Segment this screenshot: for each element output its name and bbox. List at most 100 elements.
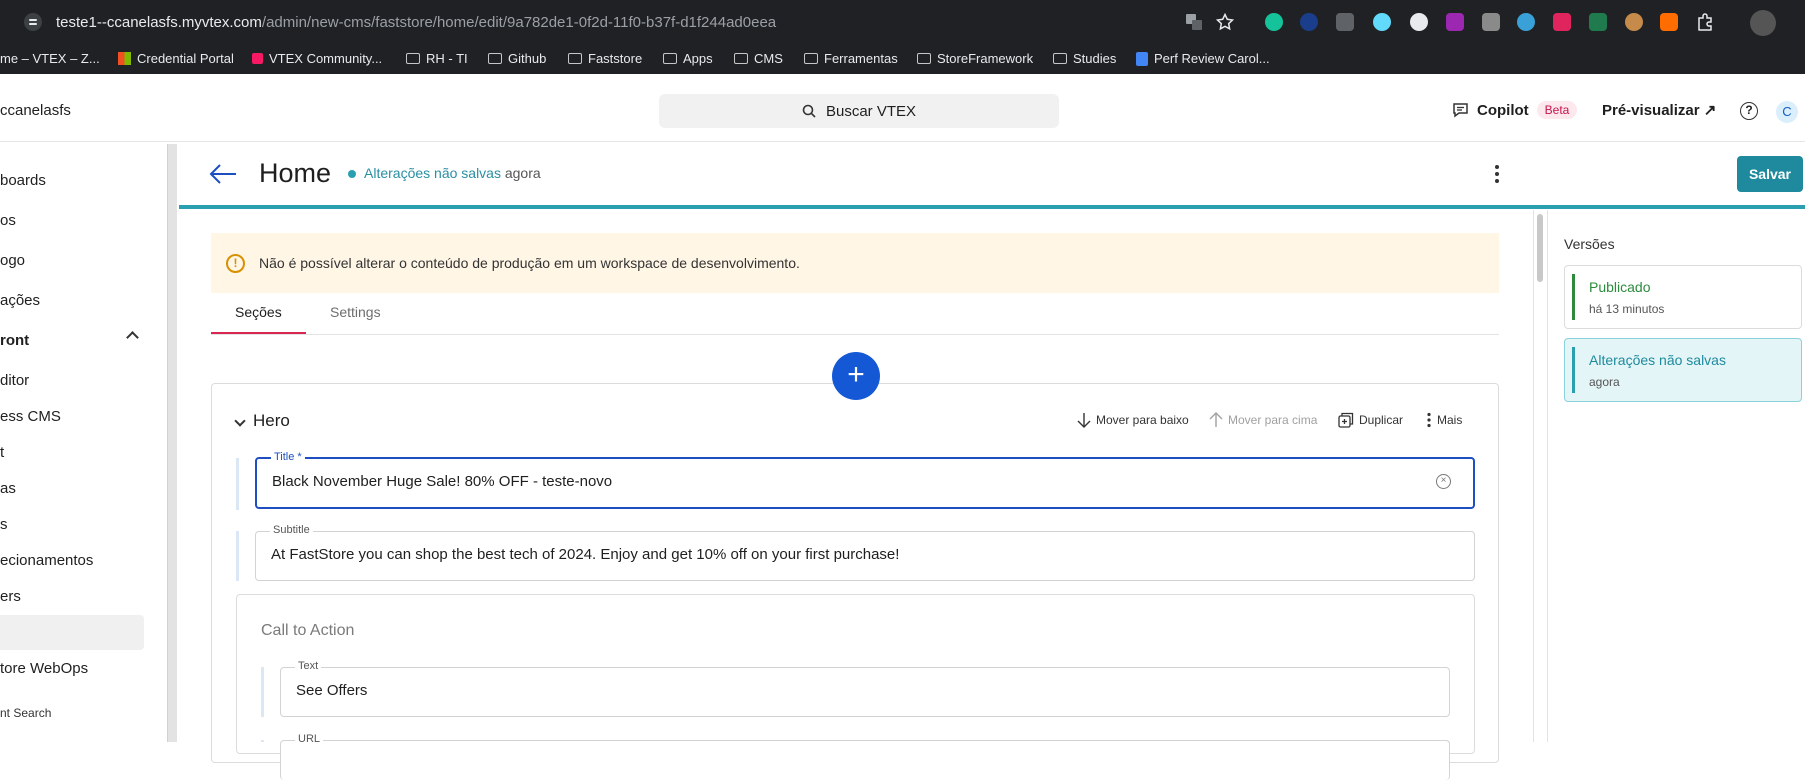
profile-avatar[interactable]	[1750, 10, 1776, 36]
help-icon[interactable]: ?	[1740, 102, 1758, 120]
back-arrow-icon[interactable]	[208, 162, 238, 186]
sidebar-item-storefront[interactable]: ront	[0, 332, 29, 349]
cta-title[interactable]: Call to Action	[261, 622, 354, 640]
active-tab-indicator	[211, 332, 306, 334]
bookmark-item[interactable]: Github	[488, 51, 546, 66]
sidebar-item-promocoes[interactable]: ações	[0, 292, 40, 309]
extension-icon[interactable]	[1553, 13, 1571, 31]
bookmark-item[interactable]: Apps	[663, 51, 713, 66]
arrow-down-icon	[1077, 413, 1091, 428]
extension-icon[interactable]	[1660, 13, 1678, 31]
folder-icon	[406, 53, 420, 64]
sidebar-active-highlight	[0, 615, 144, 650]
react-devtools-icon[interactable]	[1373, 13, 1391, 31]
grammarly-icon[interactable]	[1265, 13, 1283, 31]
clear-icon[interactable]: ×	[1436, 474, 1451, 489]
sidebar-item-layout[interactable]: t	[0, 444, 4, 461]
cta-url-field[interactable]: URL	[280, 733, 1450, 780]
subtitle-field[interactable]: Subtitle At FastStore you can shop the b…	[255, 524, 1475, 581]
sidebar-scrollbar[interactable]	[167, 144, 177, 742]
sidebar-item-banners[interactable]: ers	[0, 588, 21, 605]
title-field-value: Black November Huge Sale! 80% OFF - test…	[272, 473, 613, 490]
sidebar-item-pedidos[interactable]: os	[0, 212, 16, 229]
folder-icon	[568, 53, 582, 64]
chevron-up-icon[interactable]	[126, 331, 139, 344]
user-avatar[interactable]: C	[1776, 101, 1798, 123]
copilot-label: Copilot	[1477, 101, 1529, 119]
vtex-icon	[252, 53, 263, 64]
section-title[interactable]: Hero	[253, 411, 290, 431]
more-button[interactable]: Mais	[1426, 412, 1462, 428]
arrow-up-icon	[1209, 412, 1223, 427]
cta-text-field[interactable]: Text See Offers	[280, 660, 1450, 717]
extension-icon[interactable]	[1300, 13, 1318, 31]
bookmark-item[interactable]: Ferramentas	[804, 51, 898, 66]
bookmark-item[interactable]: Faststore	[568, 51, 642, 66]
account-name[interactable]: ccanelasfs	[0, 102, 71, 119]
sidebar-item-catalogo[interactable]: ogo	[0, 252, 25, 269]
page-title: Home	[259, 158, 332, 188]
copilot-button[interactable]: Copilot Beta	[1452, 101, 1578, 119]
extension-icon[interactable]	[1336, 13, 1354, 31]
save-status: Alterações não salvas agora	[364, 165, 541, 181]
bookmark-item[interactable]: RH - TI	[406, 51, 468, 66]
bookmark-item[interactable]: me – VTEX – Z...	[0, 51, 100, 66]
extension-icon[interactable]	[1410, 13, 1428, 31]
field-indent-bar	[236, 458, 239, 510]
code-icon[interactable]	[1482, 13, 1500, 31]
add-section-button[interactable]: +	[832, 352, 880, 400]
folder-icon	[1053, 53, 1067, 64]
puzzle-icon[interactable]	[1696, 13, 1714, 31]
duplicate-button[interactable]: Duplicar	[1338, 412, 1403, 428]
save-button[interactable]: Salvar	[1737, 156, 1803, 192]
extension-icon[interactable]	[1517, 13, 1535, 31]
move-down-button[interactable]: Mover para baixo	[1077, 412, 1189, 428]
more-vertical-icon	[1427, 412, 1431, 428]
graphql-icon[interactable]	[1446, 13, 1464, 31]
translate-icon[interactable]	[1185, 13, 1203, 31]
field-indent-bar	[236, 531, 239, 581]
cta-text-value: See Offers	[296, 682, 368, 699]
tab-settings[interactable]: Settings	[330, 304, 381, 320]
sidebar-item-intelligent-search[interactable]: nt Search	[0, 706, 51, 720]
move-up-button[interactable]: Mover para cima	[1209, 412, 1317, 428]
extension-icon[interactable]	[1589, 13, 1607, 31]
version-name: Alterações não salvas	[1589, 352, 1726, 368]
sidebar-item-faststore-webops[interactable]: tore WebOps	[0, 660, 88, 677]
search-input[interactable]: Buscar VTEX	[659, 94, 1059, 128]
warning-text: Não é possível alterar o conteúdo de pro…	[259, 255, 800, 271]
scrollbar-thumb[interactable]	[1537, 214, 1543, 282]
subtitle-field-value: At FastStore you can shop the best tech …	[271, 546, 900, 563]
chat-icon	[1453, 103, 1468, 118]
title-field-label: Title *	[271, 451, 305, 463]
bookmark-item[interactable]: CMS	[734, 51, 783, 66]
tab-secoes[interactable]: Seções	[235, 304, 282, 320]
bookmark-item[interactable]: Perf Review Carol...	[1136, 51, 1270, 66]
version-published[interactable]: Publicado há 13 minutos	[1564, 265, 1802, 329]
bookmark-item[interactable]: Credential Portal	[118, 51, 234, 66]
content-scrollbar[interactable]	[1533, 210, 1546, 742]
more-options-icon[interactable]	[1492, 165, 1502, 185]
sidebar: boards os ogo ações ront ditor ess CMS t…	[0, 142, 146, 742]
preview-button[interactable]: Pré-visualizar ↗	[1602, 101, 1716, 119]
version-name: Publicado	[1589, 279, 1651, 295]
sidebar-item-paginas[interactable]: as	[0, 480, 16, 497]
title-field[interactable]: Title * Black November Huge Sale! 80% OF…	[255, 451, 1475, 509]
folder-icon	[663, 53, 677, 64]
bookmark-star-icon[interactable]	[1216, 13, 1234, 31]
cookie-icon[interactable]	[1625, 13, 1643, 31]
app-header: ccanelasfs Buscar VTEX Copilot Beta Pré-…	[0, 74, 1805, 142]
bookmark-item[interactable]: StoreFramework	[917, 51, 1033, 66]
bookmark-item[interactable]: VTEX Community...	[252, 51, 382, 66]
sidebar-item-menus[interactable]: s	[0, 516, 8, 533]
url-field[interactable]: teste1--ccanelasfs.myvtex.com/admin/new-…	[56, 14, 776, 31]
version-unsaved[interactable]: Alterações não salvas agora	[1564, 338, 1802, 402]
sidebar-item-editor[interactable]: ditor	[0, 372, 29, 389]
sidebar-item-redirecionamentos[interactable]: ecionamentos	[0, 552, 93, 569]
status-dot	[348, 170, 356, 178]
bookmark-item[interactable]: Studies	[1053, 51, 1116, 66]
sidebar-item-headless-cms[interactable]: ess CMS	[0, 408, 61, 425]
sidebar-item-dashboards[interactable]: boards	[0, 172, 46, 189]
site-settings-icon[interactable]	[24, 13, 42, 31]
warning-icon: !	[226, 253, 245, 273]
